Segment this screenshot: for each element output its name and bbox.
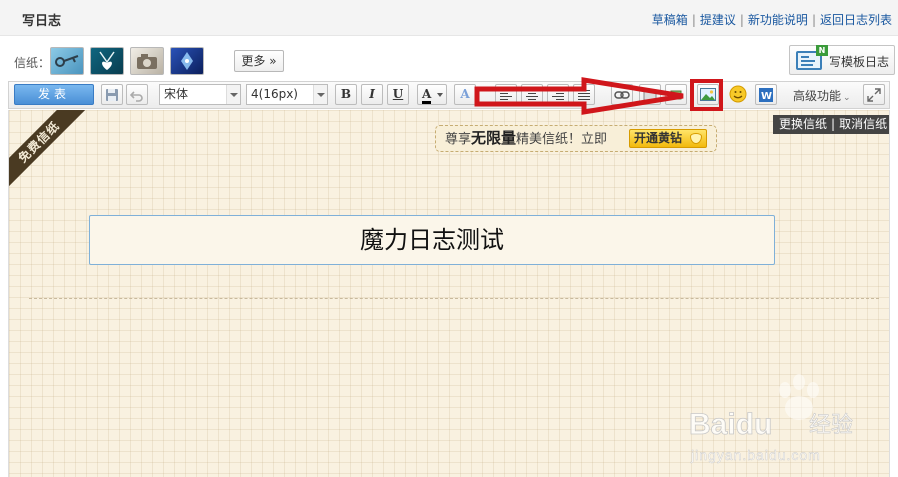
- smiley-icon: [729, 85, 747, 103]
- save-icon: [106, 89, 118, 101]
- link-icon: [614, 91, 630, 99]
- template-icon: N: [796, 45, 828, 70]
- font-color-icon: A: [422, 87, 432, 104]
- font-color-button[interactable]: A: [417, 84, 447, 105]
- chevron-down-icon: [437, 93, 443, 97]
- save-button[interactable]: [101, 84, 123, 105]
- double-chevron-icon: »: [269, 54, 277, 68]
- stationery-label: 信纸：: [14, 56, 51, 70]
- flash-icon: [643, 89, 657, 101]
- crystal-icon: [181, 52, 193, 70]
- expand-icon: [867, 88, 881, 102]
- svg-text:jingyan.baidu.com: jingyan.baidu.com: [690, 447, 821, 463]
- vip-promo-banner: 尊享无限量精美信纸！立即 开通黄钻: [435, 125, 717, 152]
- editor-toolbar: 发表 宋体 4(16px) B I U A A W 高级功能 ⌄: [8, 81, 890, 109]
- svg-text:W: W: [761, 91, 772, 102]
- stationery-thumb-1[interactable]: [50, 47, 84, 75]
- change-stationery-link[interactable]: 更换信纸: [779, 117, 827, 131]
- list-button[interactable]: [573, 84, 595, 105]
- stationery-row: 信纸： 更多 » N 写模板日志: [0, 37, 898, 79]
- title-divider: [29, 298, 879, 299]
- align-right-button[interactable]: [547, 84, 569, 105]
- align-center-button[interactable]: [521, 84, 543, 105]
- publish-button[interactable]: 发表: [14, 84, 94, 105]
- heart-pendant-icon: [99, 51, 115, 70]
- chevron-down-icon: ⌄: [843, 93, 851, 103]
- svg-text:经验: 经验: [809, 413, 853, 438]
- stationery-actions: 更换信纸 | 取消信纸: [773, 115, 889, 134]
- svg-text:Baidu: Baidu: [689, 408, 772, 441]
- advanced-features-menu[interactable]: 高级功能 ⌄: [793, 87, 851, 104]
- page-header: 写日志 草稿箱 | 提建议 | 新功能说明 | 返回日志列表: [0, 0, 898, 36]
- template-diary-button[interactable]: N 写模板日志: [789, 45, 895, 75]
- stationery-thumb-4[interactable]: [170, 47, 204, 75]
- feedback-link[interactable]: 提建议: [700, 13, 736, 27]
- baidu-jingyan-watermark: Baidu 经验 jingyan.baidu.com: [689, 374, 853, 463]
- music-button[interactable]: [665, 84, 687, 105]
- undo-button[interactable]: [126, 84, 148, 105]
- new-badge: N: [816, 45, 828, 56]
- editor-area[interactable]: 免费信纸 更换信纸 | 取消信纸 尊享无限量精美信纸！立即 开通黄钻 魔力日志测试 …: [8, 110, 890, 477]
- key-icon: [55, 55, 79, 67]
- flash-button[interactable]: [639, 84, 661, 105]
- back-to-list-link[interactable]: 返回日志列表: [820, 13, 892, 27]
- font-size-select[interactable]: 4(16px): [246, 84, 328, 105]
- word-paste-button[interactable]: W: [755, 84, 777, 105]
- undo-icon: [129, 91, 143, 102]
- underline-button[interactable]: U: [387, 84, 409, 105]
- word-icon: W: [759, 88, 773, 102]
- diamond-icon: [690, 133, 702, 144]
- font-background-button[interactable]: A: [454, 84, 476, 105]
- insert-image-button[interactable]: [697, 84, 719, 105]
- italic-button[interactable]: I: [361, 84, 383, 105]
- cancel-stationery-link[interactable]: 取消信纸: [839, 117, 887, 131]
- activate-yellow-diamond-button[interactable]: 开通黄钻: [629, 129, 707, 148]
- more-stationery-button[interactable]: 更多 »: [234, 50, 284, 72]
- stationery-thumb-3[interactable]: [130, 47, 164, 75]
- header-links: 草稿箱 | 提建议 | 新功能说明 | 返回日志列表: [651, 13, 892, 27]
- free-stationery-ribbon: 免费信纸: [9, 110, 89, 192]
- link-button[interactable]: [611, 84, 633, 105]
- new-features-link[interactable]: 新功能说明: [748, 13, 808, 27]
- stationery-thumb-2[interactable]: [90, 47, 124, 75]
- drafts-link[interactable]: 草稿箱: [652, 13, 688, 27]
- music-icon: [670, 90, 682, 100]
- chevron-down-icon: [313, 85, 327, 104]
- fullscreen-button[interactable]: [863, 84, 885, 105]
- font-family-select[interactable]: 宋体: [159, 84, 241, 105]
- image-icon: [700, 88, 716, 101]
- bold-button[interactable]: B: [335, 84, 357, 105]
- camera-icon: [137, 54, 157, 69]
- align-left-button[interactable]: [495, 84, 517, 105]
- diary-title-input[interactable]: 魔力日志测试: [89, 215, 775, 265]
- emoji-button[interactable]: [727, 84, 749, 105]
- chevron-down-icon: [226, 85, 240, 104]
- page-title: 写日志: [22, 14, 62, 29]
- template-diary-label: 写模板日志: [829, 55, 890, 69]
